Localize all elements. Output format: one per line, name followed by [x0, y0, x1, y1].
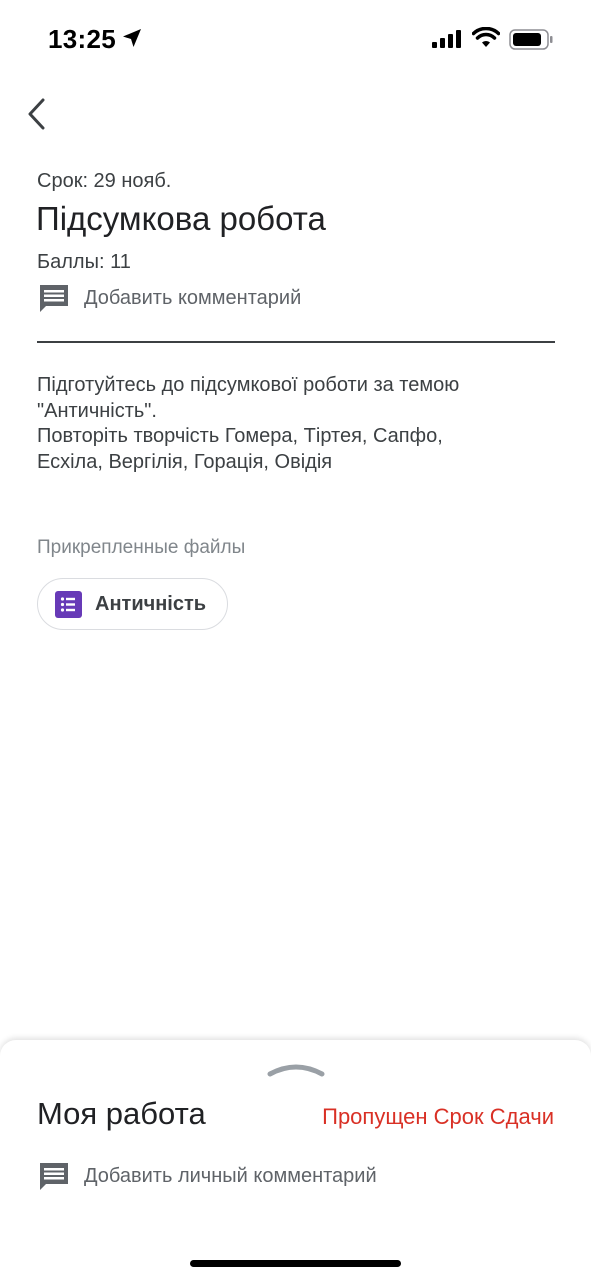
add-private-comment-label: Добавить личный комментарий: [84, 1164, 377, 1187]
sheet-handle[interactable]: [266, 1058, 326, 1078]
description-line: "Античність".: [37, 399, 157, 422]
attachment-name: Античність: [95, 592, 207, 615]
chevron-left-icon: [28, 98, 45, 130]
attachments-label: Прикрепленные файлы: [37, 537, 246, 558]
status-badge: Пропущен Срок Сдачи: [322, 1104, 554, 1129]
comment-icon: [40, 1163, 68, 1190]
due-date: Срок: 29 нояб.: [37, 170, 172, 192]
home-indicator: [190, 1260, 401, 1267]
description-line: Підготуйтесь до підсумкової роботи за те…: [37, 374, 460, 396]
my-work-sheet: Моя работа Пропущен Срок Сдачи Добавить …: [0, 1040, 591, 1280]
add-comment-label: Добавить комментарий: [84, 286, 302, 309]
assignment-screen: 13:25 Срок: 29 нояб. Підсумкова робота Б…: [0, 0, 591, 1280]
add-comment-button[interactable]: Добавить комментарий: [38, 282, 301, 314]
points: Баллы: 11: [37, 251, 131, 273]
my-work-title: Моя работа: [37, 1096, 206, 1131]
status-time: 13:25: [48, 24, 116, 54]
add-private-comment-button[interactable]: Добавить личный комментарий: [38, 1160, 377, 1192]
page-title: Підсумкова робота: [36, 200, 326, 237]
location-arrow-icon: [123, 29, 141, 47]
chevron-up-icon: [267, 1064, 325, 1077]
assignment-description: Підготуйтесь до підсумкової роботи за те…: [37, 373, 555, 475]
wifi-icon: [472, 27, 500, 47]
divider: [37, 341, 555, 343]
description-line: Есхіла, Вергілія, Горація, Овідія: [37, 450, 333, 473]
cellular-signal-icon: [432, 30, 461, 48]
description-line: Повторіть творчість Гомера, Тіртея, Сапф…: [37, 425, 443, 447]
google-forms-icon: [55, 590, 82, 618]
battery-icon: [509, 29, 553, 50]
attachment-chip[interactable]: Античність: [37, 578, 228, 630]
comment-icon: [40, 285, 68, 312]
back-button[interactable]: [18, 94, 54, 134]
